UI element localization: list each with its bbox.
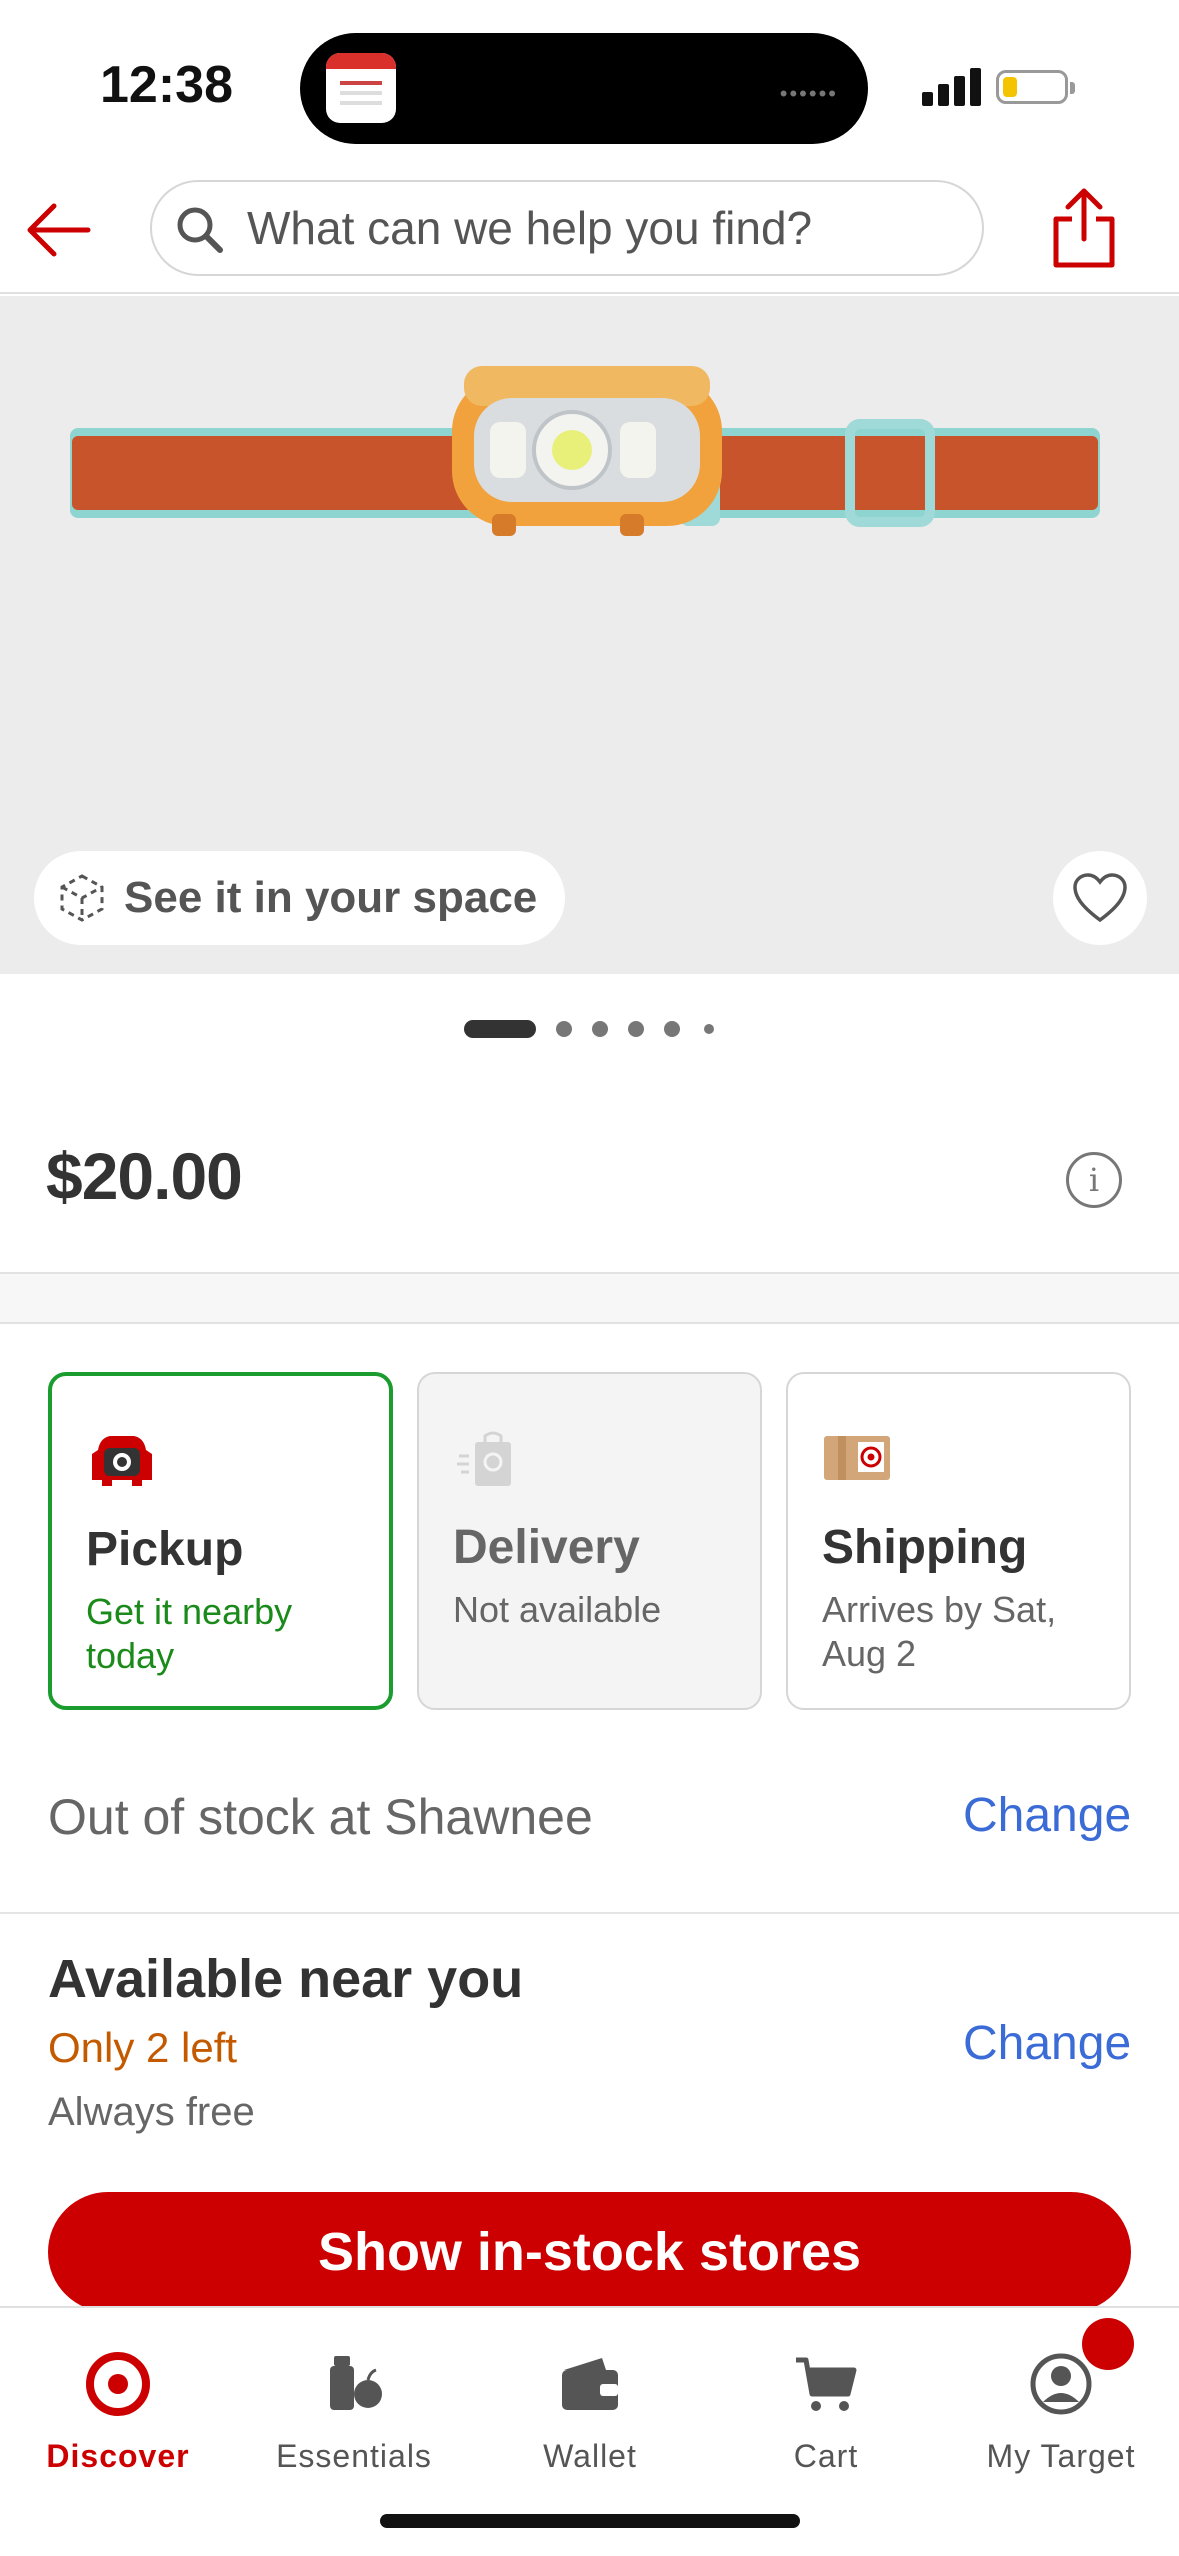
carousel-dot[interactable] [592, 1021, 608, 1037]
fulfillment-subtitle: Get it nearby today [86, 1591, 293, 1676]
tab-label: Discover [46, 2438, 190, 2474]
price-info-icon[interactable]: i [1066, 1152, 1122, 1208]
top-nav [0, 170, 1179, 294]
cellular-signal-icon [922, 66, 982, 106]
delivery-bag-icon [457, 1431, 511, 1486]
change-store-link[interactable]: Change [963, 1788, 1131, 1843]
change-location-link[interactable]: Change [963, 2016, 1131, 2071]
show-in-stock-stores-button[interactable]: Show in-stock stores [48, 2192, 1131, 2312]
fulfillment-card-pickup[interactable]: Pickup Get it nearby today [48, 1372, 393, 1710]
wallet-icon [562, 2358, 618, 2410]
essentials-icon [330, 2356, 382, 2410]
product-price: $20.00 [46, 1139, 243, 1213]
tab-discover[interactable]: Discover [0, 2338, 236, 2488]
back-button[interactable] [20, 190, 100, 270]
home-indicator[interactable] [380, 2514, 800, 2528]
tab-label: Wallet [543, 2438, 637, 2474]
tab-label: Cart [793, 2438, 859, 2474]
attached-app-icon [326, 53, 396, 123]
search-icon [177, 207, 223, 253]
fulfillment-title: Delivery [453, 1521, 640, 1574]
fulfillment-title: Pickup [86, 1523, 244, 1576]
favorite-button[interactable] [1053, 851, 1147, 945]
available-near-you-heading: Available near you [48, 1949, 524, 2009]
stock-count-text: Only 2 left [48, 2024, 238, 2071]
status-time: 12:38 [100, 56, 233, 114]
search-input[interactable] [247, 182, 957, 274]
battery-low-icon [996, 70, 1075, 104]
carousel-dot[interactable] [556, 1021, 572, 1037]
divider [0, 1912, 1179, 1914]
section-divider [0, 1272, 1179, 1324]
carousel-dot[interactable] [664, 1021, 680, 1037]
status-bar: 12:38 •••••• [0, 0, 1179, 170]
back-arrow-icon [27, 203, 91, 257]
carousel-dot[interactable] [628, 1021, 644, 1037]
carousel-pagination[interactable] [0, 1018, 1179, 1040]
pickup-car-icon [92, 1436, 152, 1486]
fulfillment-card-delivery[interactable]: Delivery Not available [417, 1372, 762, 1710]
tab-my-target[interactable]: My Target [943, 2338, 1179, 2488]
share-button[interactable] [1048, 185, 1120, 271]
ar-cube-icon [60, 874, 104, 922]
tab-cart[interactable]: Cart [708, 2338, 944, 2488]
shipping-note: Always free [48, 2090, 255, 2134]
fulfillment-subtitle: Not available [453, 1589, 662, 1630]
heart-icon [1073, 873, 1127, 923]
tab-essentials[interactable]: Essentials [236, 2338, 472, 2488]
see-it-in-your-space-label: See it in your space [124, 873, 538, 922]
target-bullseye-icon [86, 2352, 150, 2416]
product-image-headlamp [70, 366, 1100, 536]
product-image-carousel[interactable]: See it in your space [0, 296, 1179, 974]
cart-icon [796, 2357, 857, 2411]
shipping-box-icon [824, 1436, 890, 1480]
dynamic-island: •••••• [300, 33, 868, 144]
carousel-dot[interactable] [704, 1024, 714, 1034]
fulfillment-title: Shipping [822, 1521, 1028, 1574]
tab-label: My Target [986, 2438, 1136, 2474]
carousel-dot-active[interactable] [464, 1020, 536, 1038]
island-dots: •••••• [779, 81, 838, 106]
share-icon [1053, 188, 1115, 268]
search-bar[interactable] [150, 180, 984, 276]
tab-label: Essentials [276, 2438, 432, 2474]
fulfillment-card-shipping[interactable]: Shipping Arrives by Sat, Aug 2 [786, 1372, 1131, 1710]
see-it-in-your-space-button[interactable]: See it in your space [34, 851, 566, 945]
tab-wallet[interactable]: Wallet [472, 2338, 708, 2488]
fulfillment-subtitle: Arrives by Sat, Aug 2 [822, 1589, 1057, 1674]
notification-badge [1082, 2318, 1134, 2370]
store-stock-status: Out of stock at Shawnee [48, 1789, 593, 1845]
